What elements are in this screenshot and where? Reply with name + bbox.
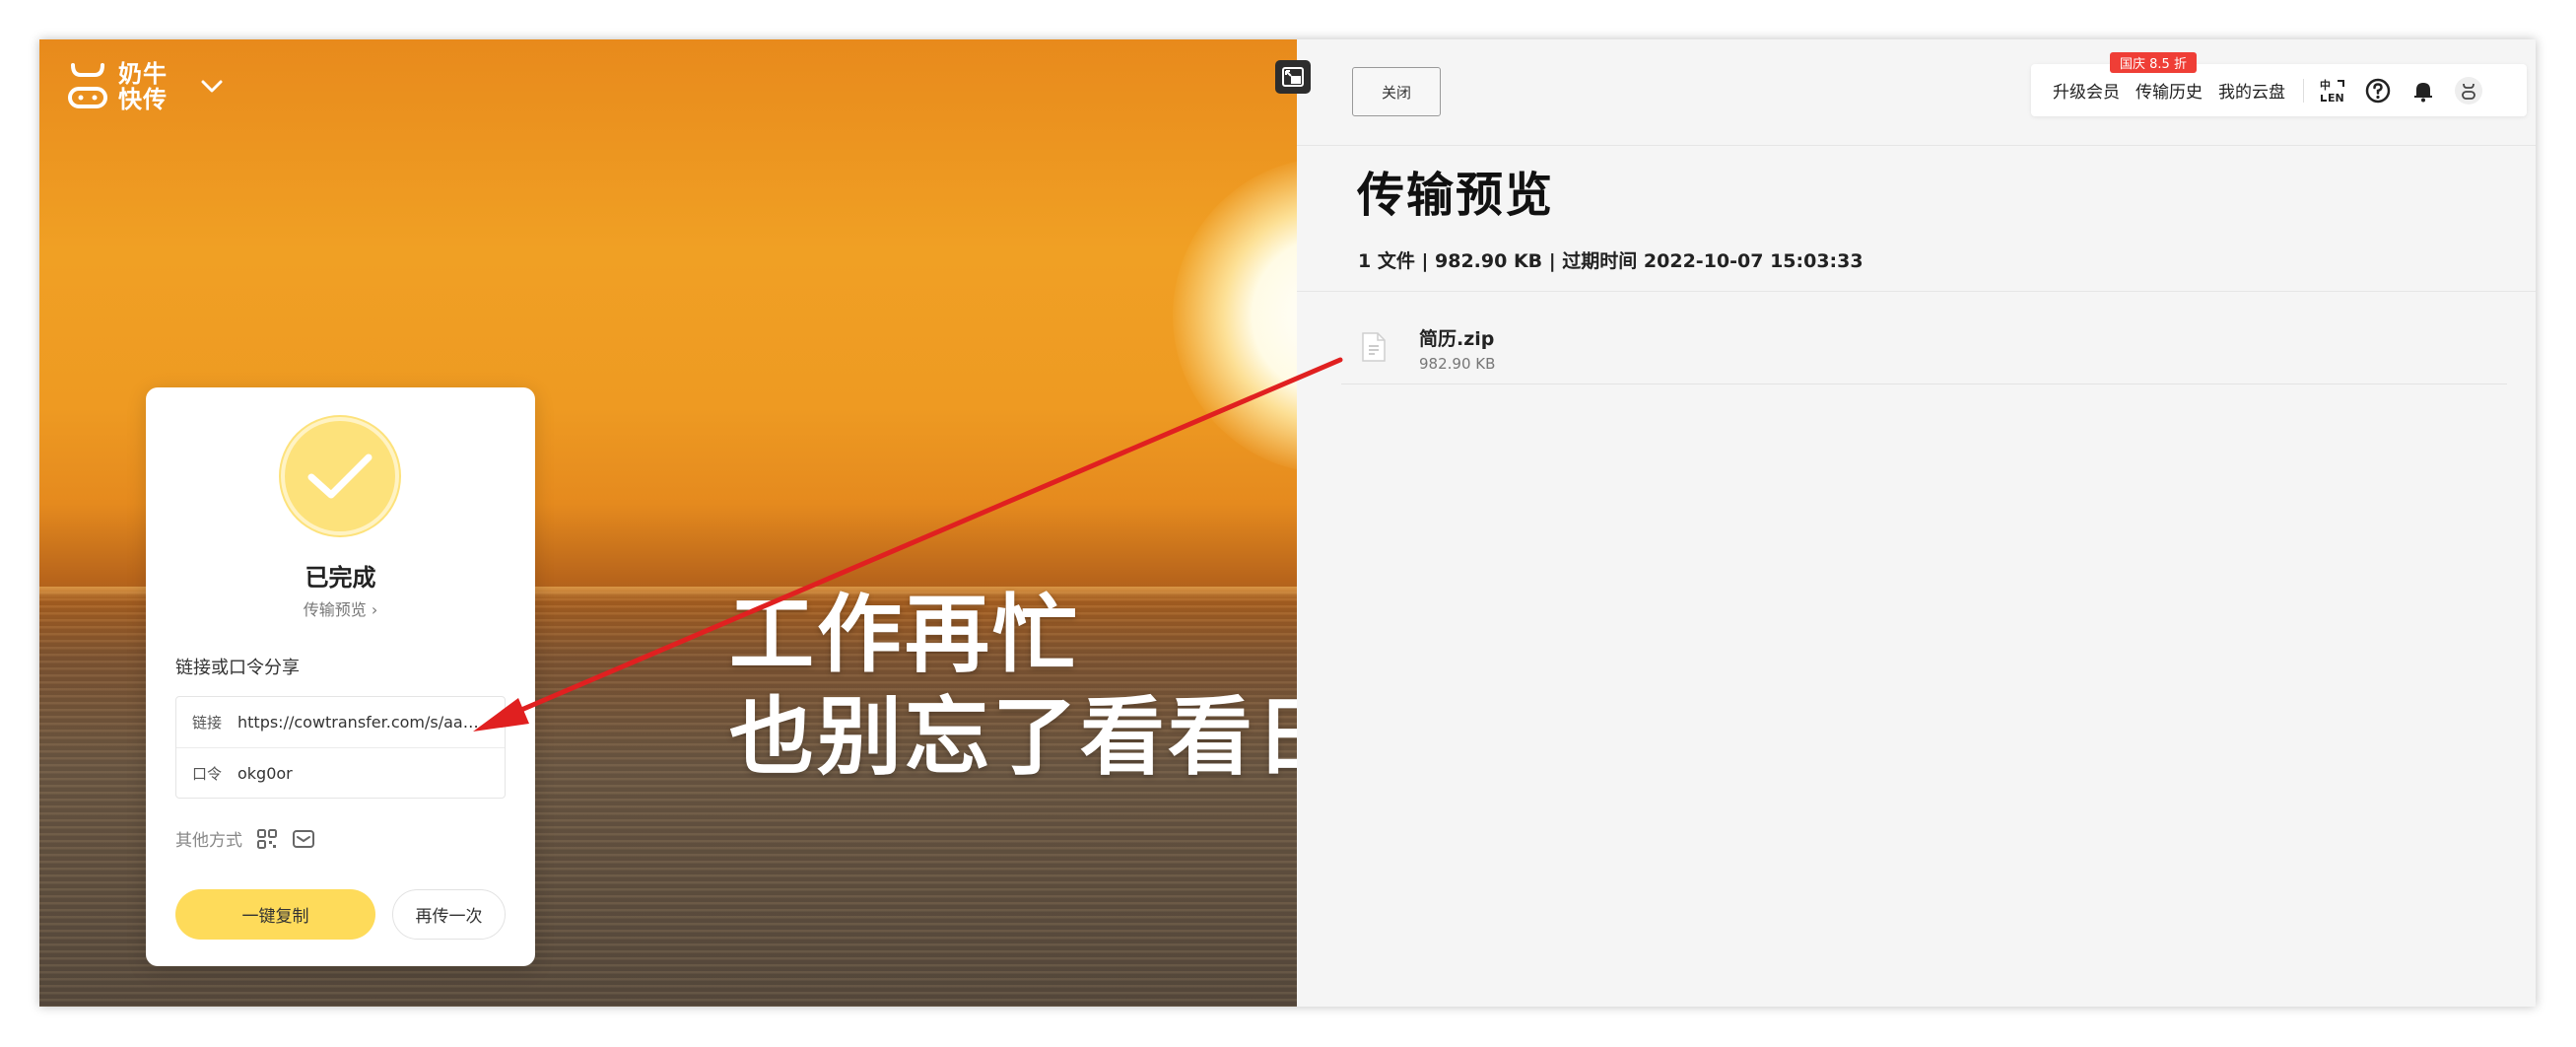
code-value[interactable]: okg0or [237,764,484,783]
file-size: 982.90 KB [1419,355,1496,373]
svg-text:中: 中 [2320,78,2331,92]
upgrade-link[interactable]: 升级会员 [2053,78,2120,103]
hero-slogan: 工作再忙 也别忘了看看日 [729,584,1297,789]
other-ways: 其他方式 [175,826,315,851]
app-logo[interactable]: 奶牛快传 [67,61,223,112]
chevron-down-icon[interactable] [201,80,223,94]
cloud-link[interactable]: 我的云盘 [2218,78,2285,103]
transfer-preview-link[interactable]: 传输预览 › [146,596,535,620]
promo-badge[interactable]: 国庆 8.5 折 [2110,52,2197,73]
language-icon[interactable]: 中 EN [2318,76,2347,105]
browser-window: 奶牛快传 工作再忙 也别忘了看看日 已完成 传输预览 › 链接或口令分享 链接 … [39,39,2536,1007]
sun-glow [1173,158,1297,473]
status-title: 已完成 [305,564,376,592]
meta-divider [1297,291,2536,292]
page-title: 传输预览 [1357,168,1555,223]
success-check-icon [281,417,399,535]
cow-logo-icon [68,63,107,108]
nav-separator [2303,78,2304,103]
bell-icon[interactable] [2408,76,2438,105]
share-label: 链接或口令分享 [175,658,300,678]
history-link[interactable]: 传输历史 [2135,78,2203,103]
qrcode-icon[interactable] [256,828,278,850]
send-again-button[interactable]: 再传一次 [392,889,506,940]
close-button[interactable]: 关闭 [1352,67,1441,116]
header-divider [1297,145,2536,146]
slogan-line-1: 工作再忙 [729,586,1080,684]
file-list-item[interactable]: 简历.zip 982.90 KB [1341,308,2507,384]
hero-background: 奶牛快传 工作再忙 也别忘了看看日 已完成 传输预览 › 链接或口令分享 链接 … [39,39,1297,1007]
logo-text: 奶牛快传 [118,60,168,113]
file-icon [1362,332,1386,362]
transfer-complete-card: 已完成 传输预览 › 链接或口令分享 链接 https://cowtransfe… [146,387,535,966]
slogan-line-2: 也别忘了看看日 [729,688,1297,787]
share-box: 链接 https://cowtransfer.com/s/aa70... 口令 … [175,696,506,799]
code-key: 口令 [192,764,223,783]
link-key: 链接 [192,714,223,732]
layout-switch-icon[interactable] [1275,60,1311,94]
avatar[interactable] [2454,76,2483,105]
link-row[interactable]: 链接 https://cowtransfer.com/s/aa70... [176,697,505,747]
link-value[interactable]: https://cowtransfer.com/s/aa70... [237,713,484,732]
mail-icon[interactable] [292,829,315,849]
preview-panel: 关闭 国庆 8.5 折 升级会员 传输历史 我的云盘 中 EN 传输预览 1 文… [1297,39,2536,1007]
copy-all-button[interactable]: 一键复制 [175,889,375,940]
help-icon[interactable] [2363,76,2393,105]
code-row[interactable]: 口令 okg0or [176,747,505,798]
file-name: 简历.zip [1419,328,1495,350]
transfer-meta: 1 文件 | 982.90 KB | 过期时间 2022-10-07 15:03… [1358,250,1864,272]
svg-text:EN: EN [2328,92,2344,105]
other-ways-label: 其他方式 [175,831,242,851]
top-navbar: 升级会员 传输历史 我的云盘 中 EN [2031,64,2527,116]
